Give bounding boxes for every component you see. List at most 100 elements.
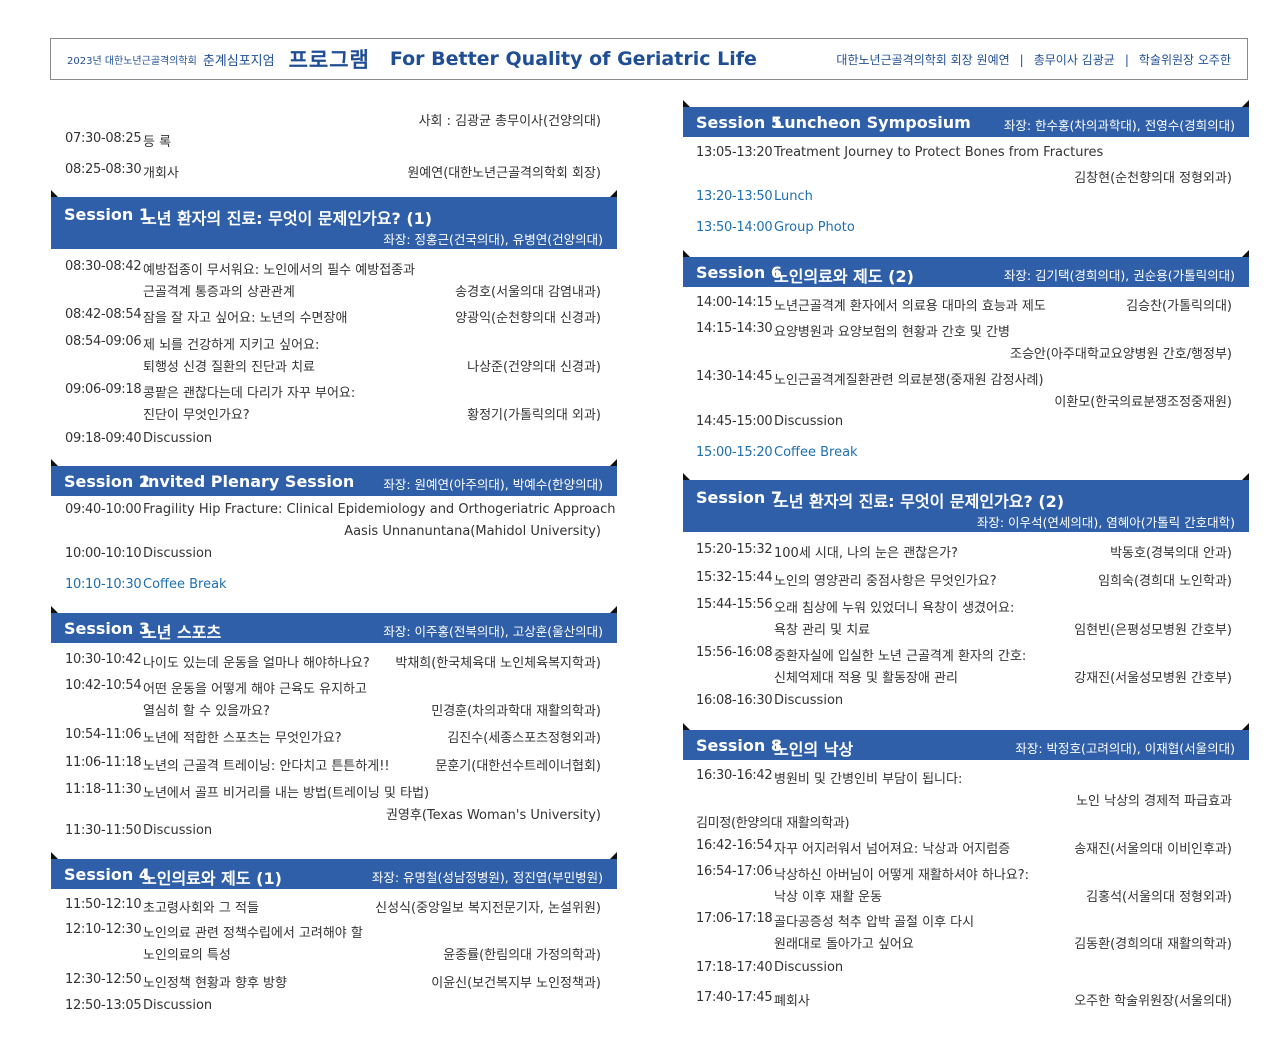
title: 폐회사 (774, 994, 810, 1009)
speaker: 박채희(한국체육대 노인체육복지학과) (395, 656, 601, 671)
session-name: Session 8 (696, 736, 782, 755)
title: Discussion (774, 693, 844, 708)
time: 14:00-14:15 (696, 295, 773, 310)
time: 10:54-11:06 (65, 727, 142, 742)
title: 예방접종이 무서워요: 노인에서의 필수 예방접종과 (143, 263, 416, 278)
time: 12:50-13:05 (65, 998, 142, 1013)
speaker: 나상준(건양의대 신경과) (467, 360, 601, 375)
speaker: 김진수(세종스포츠정형외과) (447, 731, 601, 746)
title: 노인근골격계질환관련 의료분쟁(중재원 감정사례) (774, 373, 1044, 388)
speaker: 문훈기(대한선수트레이너협회) (435, 759, 601, 774)
title: 개회사 (143, 166, 179, 181)
time: 09:40-10:00 (65, 502, 142, 517)
session-title: Luncheon Symposium (774, 113, 971, 132)
time: 07:30-08:25 (65, 131, 142, 146)
title: 초고령사회와 그 적들 (143, 901, 259, 916)
speaker: 임희숙(경희대 노인학과) (1098, 574, 1232, 589)
title: 낙상하신 아버님이 어떻게 재활하셔야 하나요?: (774, 868, 1030, 883)
time: 11:06-11:18 (65, 755, 142, 770)
time: 09:18-09:40 (65, 431, 142, 446)
time: 15:00-15:20 (696, 445, 773, 460)
time: 13:05-13:20 (696, 145, 773, 160)
time: 15:56-16:08 (696, 645, 773, 660)
time: 15:32-15:44 (696, 570, 773, 585)
session-title: Invited Plenary Session (142, 472, 355, 491)
title: 노년근골격계 환자에서 의료용 대마의 효능과 제도 (774, 299, 1046, 314)
session-name: Session 7 (696, 488, 782, 507)
title: 어떤 운동을 어떻게 해야 근육도 유지하고 (143, 682, 367, 697)
time: 14:30-14:45 (696, 369, 773, 384)
speaker: 박동호(경북의대 안과) (1110, 546, 1232, 561)
title: 나이도 있는데 운동을 얼마나 해야하나요? (143, 656, 370, 671)
title: 노인의료 관련 정책수립에서 고려해야 할 (143, 926, 363, 941)
session-6-header: Session 6 노인의료와 제도 (2) 좌장: 김기택(경희의대), 권순… (683, 250, 1249, 287)
time: 10:42-10:54 (65, 678, 142, 693)
title: 콩팥은 괜찮다는데 다리가 자꾸 부어요: (143, 386, 356, 401)
session-title: 노년 스포츠 (142, 623, 222, 642)
title: 요양병원과 요양보험의 현황과 간호 및 간병 (774, 325, 1010, 340)
session-5-header: Session 5 Luncheon Symposium 좌장: 한수홍(차의과… (683, 100, 1249, 137)
time: 11:18-11:30 (65, 782, 142, 797)
time: 14:15-14:30 (696, 321, 773, 336)
time: 12:10-12:30 (65, 922, 142, 937)
session-title: 노인의 낙상 (774, 740, 854, 759)
title: Coffee Break (774, 445, 858, 460)
speaker: 신성식(중앙일보 복지전문기자, 논설위원) (375, 901, 601, 916)
session-3-header: Session 3 노년 스포츠 좌장: 이주홍(전북의대), 고상훈(울산의대… (51, 606, 617, 643)
title: Discussion (143, 823, 213, 838)
time: 16:08-16:30 (696, 693, 773, 708)
time: 15:44-15:56 (696, 597, 773, 612)
session-name: Session 6 (696, 263, 782, 282)
time: 08:54-09:06 (65, 334, 142, 349)
left-column: 사회 : 김광균 총무이사(건양의대) 07:30-08:25 등 록 08:2… (51, 0, 617, 1043)
session-title: 노년 환자의 진료: 무엇이 문제인가요? (1) (142, 209, 433, 228)
title: 노인의 영양관리 중점사항은 무엇인가요? (774, 574, 997, 589)
speaker: 원예연(대한노년근골격의학회 회장) (407, 166, 601, 181)
session-chair: 좌장: 이우석(연세의대), 염혜아(가톨릭 간호대학) (976, 515, 1235, 530)
speaker: 황정기(가톨릭의대 외과) (467, 408, 601, 423)
title-line2: 퇴행성 신경 질환의 진단과 치료 (143, 360, 316, 375)
session-chair: 좌장: 원예연(아주의대), 박예수(한양의대) (383, 477, 603, 492)
title: Lunch (774, 189, 813, 204)
title: 중환자실에 입실한 노년 근골격계 환자의 간호: (774, 649, 1027, 664)
session-chair: 좌장: 김기택(경희의대), 권순용(가톨릭의대) (1003, 268, 1235, 283)
time: 17:18-17:40 (696, 960, 773, 975)
title: 제 뇌를 건강하게 지키고 싶어요: (143, 338, 320, 353)
session-name: Session 5 (696, 113, 782, 132)
session-chair: 좌장: 한수홍(차의과학대), 전영수(경희의대) (1003, 118, 1235, 133)
time: 10:30-10:42 (65, 652, 142, 667)
time: 10:00-10:10 (65, 546, 142, 561)
schedule-row: 16:30-16:42 병원비 및 간병인비 부담이 됩니다: 노인 낙상의 경… (696, 768, 1232, 832)
time: 14:45-15:00 (696, 414, 773, 429)
speaker: 임현빈(은평성모병원 간호부) (1074, 623, 1232, 638)
title: 노년에서 골프 비거리를 내는 방법(트레이닝 및 타법) (143, 786, 430, 801)
session-name: Session 4 (64, 865, 150, 884)
title: Discussion (143, 546, 213, 561)
speaker: 양광익(순천향의대 신경과) (455, 311, 601, 326)
speaker: 송재진(서울의대 이비인후과) (1074, 842, 1232, 857)
session-chair: 좌장: 정홍근(건국의대), 유병연(건양의대) (383, 232, 603, 247)
speaker: 김창현(순천향의대 정형외과) (1074, 171, 1232, 186)
title: 잠을 잘 자고 싶어요: 노년의 수면장애 (143, 311, 348, 326)
speaker: 김동환(경희의대 재활의학과) (1074, 937, 1232, 952)
session-name: Session 2 (64, 472, 150, 491)
title: Coffee Break (143, 577, 227, 592)
speaker: 민경훈(차의과학대 재활의학과) (431, 704, 601, 719)
speaker: 송경호(서울의대 감염내과) (455, 285, 601, 300)
speaker: 조승안(아주대학교요양병원 간호/행정부) (1010, 347, 1232, 362)
time: 08:30-08:42 (65, 259, 142, 274)
time: 16:54-17:06 (696, 864, 773, 879)
title: 병원비 및 간병인비 부담이 됩니다: (774, 772, 963, 787)
title-line2: 원래대로 돌아가고 싶어요 (774, 937, 914, 952)
session-title: 노인의료와 제도 (1) (142, 869, 282, 888)
title: 노년에 적합한 스포츠는 무엇인가요? (143, 731, 342, 746)
time: 11:30-11:50 (65, 823, 142, 838)
title: 노년의 근골격 트레이닝: 안다치고 튼튼하게!! (143, 759, 390, 774)
session-name: Session 1 (64, 205, 150, 224)
time: 17:40-17:45 (696, 990, 773, 1005)
time: 16:30-16:42 (696, 768, 773, 783)
title-line2: 노인 낙상의 경제적 파급효과 (1076, 794, 1232, 809)
title-line2: 신체억제대 적용 및 활동장애 관리 (774, 671, 958, 686)
time: 10:10-10:30 (65, 577, 142, 592)
speaker: 권영후(Texas Woman's University) (385, 808, 601, 823)
